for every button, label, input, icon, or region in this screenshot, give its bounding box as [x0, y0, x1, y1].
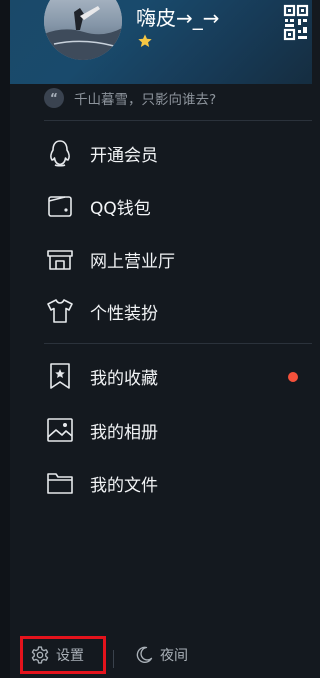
bottom-separator — [113, 650, 114, 668]
bottom-bar: 设置 夜间 — [10, 636, 312, 678]
moon-icon — [136, 646, 153, 663]
wallet-icon — [44, 190, 76, 222]
settings-button[interactable]: 设置 — [20, 636, 106, 674]
divider — [44, 343, 312, 344]
bookmark-star-icon — [44, 360, 76, 392]
qr-code-icon[interactable] — [283, 4, 309, 42]
vip-star-icon — [138, 34, 152, 47]
menu-item-favorites[interactable]: 我的收藏 — [44, 354, 312, 398]
menu-item-files[interactable]: 我的文件 — [44, 461, 312, 505]
penguin-icon — [44, 137, 76, 169]
menu-item-album[interactable]: 我的相册 — [44, 408, 312, 452]
nickname[interactable]: 嗨皮→_→ — [136, 2, 220, 31]
gear-icon — [31, 646, 49, 664]
menu-item-online-hall[interactable]: 网上营业厅 — [44, 237, 312, 281]
menu-label: 开通会员 — [90, 145, 158, 166]
tshirt-icon — [44, 295, 76, 327]
divider — [44, 120, 312, 121]
menu-label: QQ钱包 — [90, 198, 151, 219]
qq-drawer-menu: 嗨皮→_→ “ 千山暮雪，只影向谁去? 开通会员 QQ钱包 网上营业厅 个性装扮… — [0, 0, 312, 678]
folder-icon — [44, 467, 76, 499]
menu-item-vip[interactable]: 开通会员 — [44, 131, 312, 175]
menu-label: 我的文件 — [90, 475, 158, 496]
menu-label: 个性装扮 — [90, 303, 158, 324]
quote-icon: “ — [44, 88, 64, 108]
menu-label: 我的相册 — [90, 422, 158, 443]
night-label: 夜间 — [160, 648, 188, 664]
menu-label: 网上营业厅 — [90, 251, 175, 272]
notification-dot — [288, 372, 298, 382]
menu-item-theme[interactable]: 个性装扮 — [44, 289, 312, 333]
signature-text: 千山暮雪，只影向谁去? — [74, 92, 217, 108]
picture-icon — [44, 414, 76, 446]
night-mode-button[interactable]: 夜间 — [134, 636, 188, 674]
left-edge-strip — [0, 0, 10, 678]
menu-label: 我的收藏 — [90, 368, 158, 389]
signature-row[interactable]: “ 千山暮雪，只影向谁去? — [44, 86, 216, 110]
settings-label: 设置 — [56, 648, 84, 664]
menu-item-wallet[interactable]: QQ钱包 — [44, 184, 312, 228]
store-icon — [44, 243, 76, 275]
